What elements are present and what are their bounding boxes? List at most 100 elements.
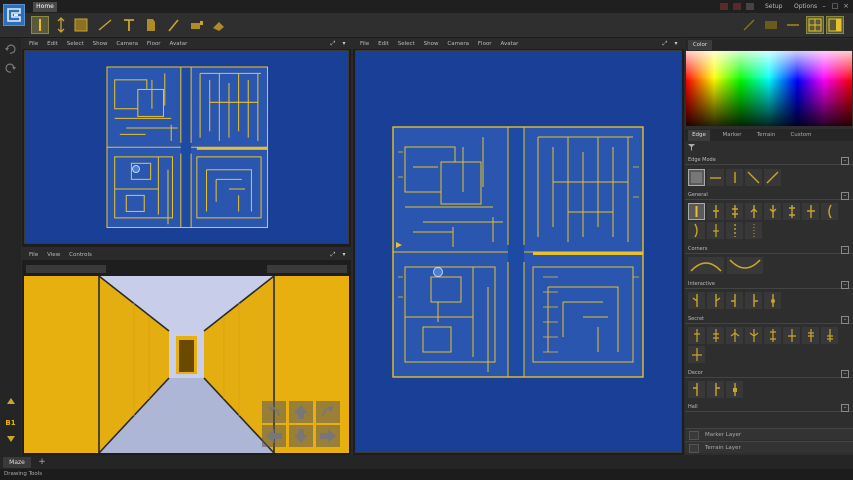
strafe-right-button[interactable] [316, 425, 340, 447]
window-tool-3[interactable] [746, 3, 754, 10]
turn-left-button[interactable] [262, 401, 286, 423]
section-hall[interactable]: Hall – [685, 403, 853, 412]
app-logo[interactable] [3, 4, 25, 26]
fp-expand-icon[interactable]: ⤢ [329, 251, 337, 259]
menu-select[interactable]: Select [67, 39, 84, 49]
turn-right-button[interactable] [316, 401, 340, 423]
collapse-icon[interactable]: – [841, 370, 849, 378]
panel-options-icon[interactable]: ▾ [340, 40, 348, 48]
tab-maze[interactable]: Maze [3, 457, 31, 468]
view-tool-3[interactable] [784, 16, 802, 34]
edge-wall[interactable] [688, 203, 705, 220]
main-menu-select[interactable]: Select [398, 39, 415, 49]
corner-curve-b[interactable] [727, 257, 763, 274]
options-menu[interactable]: Options [794, 2, 817, 12]
edge-arch[interactable] [688, 222, 705, 239]
secret-door-c[interactable] [726, 327, 743, 344]
fp-menu-file[interactable]: File [29, 250, 38, 260]
edge-mode-diagonal-a[interactable] [745, 169, 762, 186]
interactive-button[interactable] [764, 292, 781, 309]
edge-mode-diagonal-b[interactable] [764, 169, 781, 186]
undo-icon[interactable] [5, 44, 16, 55]
secret-door-b[interactable] [707, 327, 724, 344]
tab-color[interactable]: Color [688, 40, 712, 50]
overview-map-canvas[interactable] [24, 50, 349, 244]
section-edge-mode[interactable]: Edge Mode – [685, 156, 853, 165]
interactive-lever-b[interactable] [707, 292, 724, 309]
collapse-icon[interactable]: – [841, 281, 849, 289]
edge-gate[interactable] [783, 203, 800, 220]
menu-file[interactable]: File [29, 39, 38, 49]
color-picker[interactable] [686, 51, 852, 126]
edge-dashed[interactable] [726, 222, 743, 239]
fp-panel-options-icon[interactable]: ▾ [340, 251, 348, 259]
main-menu-edit[interactable]: Edit [378, 39, 389, 49]
move-back-button[interactable] [289, 425, 313, 447]
main-menu-file[interactable]: File [360, 39, 369, 49]
note-tool-button[interactable] [142, 16, 160, 34]
edge-window[interactable] [707, 222, 724, 239]
main-panel-options-icon[interactable]: ▾ [672, 40, 680, 48]
edge-one-way-a[interactable] [745, 203, 762, 220]
interactive-lever-a[interactable] [688, 292, 705, 309]
tab-marker[interactable]: Marker [718, 130, 746, 141]
eye-icon[interactable] [689, 444, 699, 453]
strafe-left-button[interactable] [262, 425, 286, 447]
setup-menu[interactable]: Setup [765, 2, 782, 12]
move-forward-button[interactable] [289, 401, 313, 423]
marker-layer-row[interactable]: Marker Layer [685, 428, 853, 440]
add-tab-icon[interactable]: + [37, 457, 47, 467]
window-tool-1[interactable] [720, 3, 728, 10]
collapse-icon[interactable]: – [841, 192, 849, 200]
line-tool-button[interactable] [96, 16, 114, 34]
interactive-switch-b[interactable] [745, 292, 762, 309]
edge-dotted[interactable] [745, 222, 762, 239]
edge-mode-horizontal[interactable] [707, 169, 724, 186]
collapse-icon[interactable]: – [841, 404, 849, 412]
decor-banner[interactable] [707, 381, 724, 398]
menu-show[interactable]: Show [93, 39, 108, 49]
fp-menu-controls[interactable]: Controls [69, 250, 92, 260]
fill-tool-button[interactable] [210, 16, 228, 34]
text-tool-button[interactable] [120, 16, 138, 34]
redo-icon[interactable] [5, 63, 16, 74]
main-menu-show[interactable]: Show [424, 39, 439, 49]
edge-door[interactable] [707, 203, 724, 220]
edge-bars[interactable] [802, 203, 819, 220]
window-tool-2[interactable] [733, 3, 741, 10]
fp-menu-view[interactable]: View [47, 250, 60, 260]
pen-tool-button[interactable] [165, 16, 183, 34]
tab-terrain[interactable]: Terrain [752, 130, 780, 141]
secret-door-a[interactable] [688, 327, 705, 344]
edge-mode-line[interactable] [688, 169, 705, 186]
decor-plaque[interactable] [726, 381, 743, 398]
secret-door-i[interactable] [688, 346, 705, 363]
main-expand-icon[interactable]: ⤢ [661, 40, 669, 48]
secret-door-g[interactable] [802, 327, 819, 344]
edge-one-way-b[interactable] [764, 203, 781, 220]
tab-edge[interactable]: Edge [688, 130, 710, 141]
secret-door-e[interactable] [764, 327, 781, 344]
terrain-layer-row[interactable]: Terrain Layer [685, 441, 853, 453]
eye-icon[interactable] [689, 431, 699, 440]
secret-door-d[interactable] [745, 327, 762, 344]
menu-camera[interactable]: Camera [116, 39, 138, 49]
section-general[interactable]: General – [685, 191, 853, 200]
collapse-icon[interactable]: – [841, 316, 849, 324]
menu-edit[interactable]: Edit [47, 39, 58, 49]
floor-down-icon[interactable] [6, 434, 16, 443]
main-map-canvas[interactable] [355, 50, 682, 453]
tab-custom[interactable]: Custom [787, 130, 815, 141]
brush-tool-button[interactable] [188, 16, 206, 34]
edge-locked-door[interactable] [726, 203, 743, 220]
secret-door-h[interactable] [821, 327, 838, 344]
main-menu-avatar[interactable]: Avatar [501, 39, 519, 49]
filter-icon[interactable] [688, 144, 695, 151]
view-tool-2[interactable] [762, 16, 780, 34]
collapse-icon[interactable]: – [841, 246, 849, 254]
view-tool-1[interactable] [740, 16, 758, 34]
menu-floor[interactable]: Floor [147, 39, 161, 49]
section-interactive[interactable]: Interactive – [685, 280, 853, 289]
decor-torch[interactable] [688, 381, 705, 398]
close-button[interactable]: × [841, 2, 851, 11]
